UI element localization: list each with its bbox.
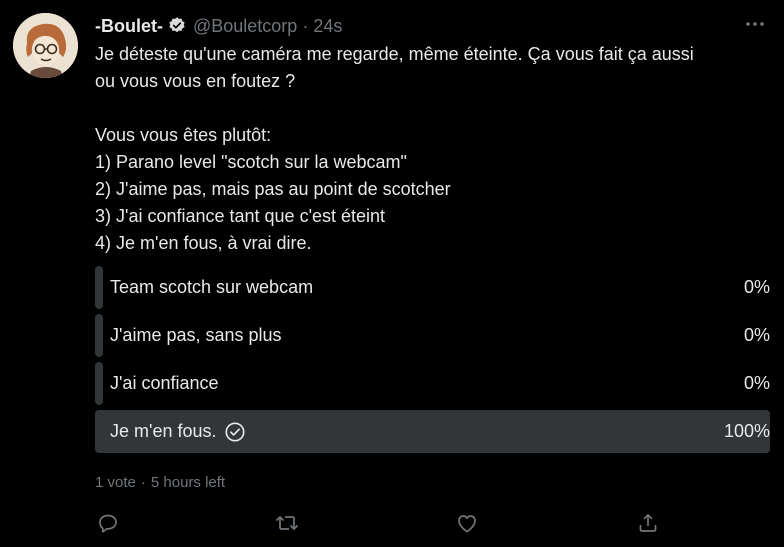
poll-option-percent: 0% (743, 373, 770, 393)
tweet-text: Je déteste qu'une caméra me regarde, mêm… (95, 41, 775, 257)
poll-option-percent: 100% (723, 421, 770, 441)
tweet-actions (95, 510, 675, 540)
tweet-line: ou vous vous en foutez ? (95, 71, 296, 91)
poll-option-label-wrap: Je m'en fous. (95, 421, 246, 443)
retweet-icon[interactable] (274, 510, 300, 536)
tweet: -Boulet- @Bouletcorp · 24s Je déteste qu… (0, 0, 784, 547)
tweet-header: -Boulet- @Bouletcorp · 24s (95, 14, 744, 38)
tweet-line: Je déteste qu'une caméra me regarde, mêm… (95, 44, 694, 64)
avatar[interactable] (13, 13, 78, 78)
poll-time-left: 5 hours left (150, 474, 226, 491)
poll-meta: 1 vote · 5 hours left (95, 474, 225, 491)
poll-option[interactable]: Team scotch sur webcam 0% (95, 266, 770, 309)
tweet-line-blank (95, 95, 775, 122)
poll-option-percent: 0% (743, 325, 770, 345)
separator-dot: · (302, 15, 309, 36)
poll-option[interactable]: J'aime pas, sans plus 0% (95, 314, 770, 357)
tweet-line: 2) J'aime pas, mais pas au point de scot… (95, 179, 451, 199)
handle[interactable]: @Bouletcorp (193, 16, 297, 37)
poll-option[interactable]: J'ai confiance 0% (95, 362, 770, 405)
poll-option-selected[interactable]: Je m'en fous. 100% (95, 410, 770, 453)
poll-option-label: J'aime pas, sans plus (110, 325, 282, 345)
display-name[interactable]: -Boulet- (95, 16, 163, 37)
timestamp[interactable]: 24s (313, 16, 342, 37)
poll-vote-count: 1 vote (95, 474, 136, 491)
separator-dot: · (140, 474, 146, 491)
poll: Team scotch sur webcam 0% J'aime pas, sa… (95, 266, 770, 458)
poll-option-label: Je m'en fous. (110, 421, 217, 441)
share-icon[interactable] (635, 510, 661, 536)
tweet-line: 1) Parano level "scotch sur la webcam" (95, 152, 407, 172)
more-icon[interactable] (742, 14, 768, 34)
poll-option-label: Team scotch sur webcam (110, 277, 314, 297)
tweet-line: 3) J'ai confiance tant que c'est éteint (95, 206, 386, 226)
verified-badge-icon (167, 16, 187, 36)
like-icon[interactable] (454, 510, 480, 536)
reply-icon[interactable] (95, 510, 121, 536)
poll-option-label: J'ai confiance (110, 373, 219, 393)
tweet-line: Vous vous êtes plutôt: (95, 125, 272, 145)
tweet-line: 4) Je m'en fous, à vrai dire. (95, 233, 312, 253)
check-circle-icon (224, 421, 246, 443)
avatar-illustration (13, 13, 78, 78)
poll-option-percent: 0% (743, 277, 770, 297)
